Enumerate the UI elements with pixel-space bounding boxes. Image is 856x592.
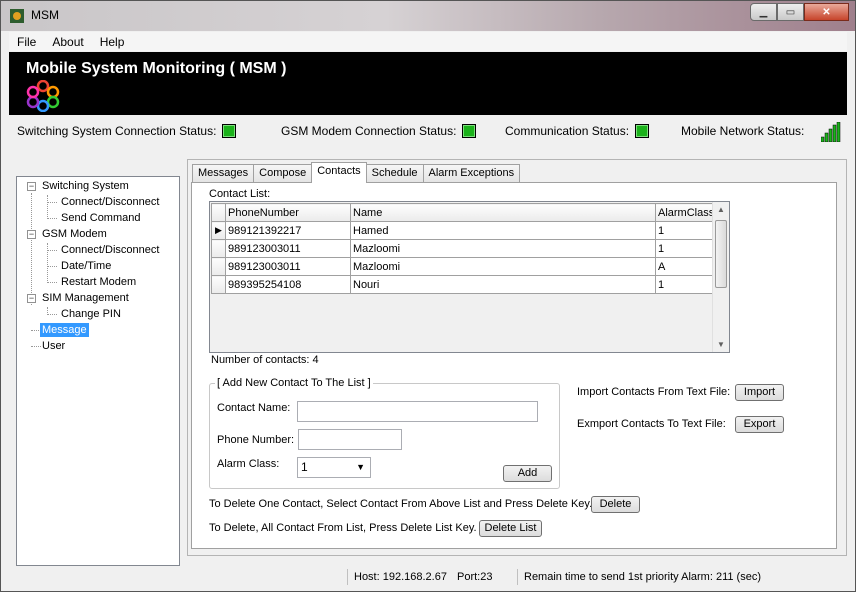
app-header: Mobile System Monitoring ( MSM ) — [9, 52, 847, 115]
tree-item-send-command[interactable]: Send Command — [59, 211, 143, 225]
collapse-switching-icon[interactable]: − — [27, 182, 36, 191]
tree-item-user[interactable]: User — [40, 339, 67, 353]
cell-name[interactable]: Hamed — [350, 221, 656, 240]
row-selector[interactable] — [211, 239, 226, 258]
cell-name[interactable]: Nouri — [350, 275, 656, 294]
window-title: MSM — [31, 8, 59, 22]
tree-item-gsm-connect[interactable]: Connect/Disconnect — [59, 243, 161, 257]
column-header-phone[interactable]: PhoneNumber — [225, 203, 351, 222]
collapse-gsm-icon[interactable]: − — [27, 230, 36, 239]
main-window: MSM ▁ ▭ ✕ File About Help Mobile System … — [0, 0, 856, 592]
tree-item-message[interactable]: Message — [40, 323, 89, 337]
connection-status-row: Switching System Connection Status: GSM … — [9, 118, 847, 146]
gsm-status-indicator — [462, 124, 477, 138]
tree-item-restart-modem[interactable]: Restart Modem — [59, 275, 138, 289]
status-bar: Host: 192.168.2.67 Port:23 Remain time t… — [9, 567, 847, 589]
add-contact-button[interactable]: Add — [503, 465, 552, 482]
contact-list-label: Contact List: — [209, 188, 271, 200]
import-label: Import Contacts From Text File: — [577, 386, 731, 398]
host-status: Host: 192.168.2.67 — [354, 571, 447, 583]
export-button[interactable]: Export — [735, 416, 784, 433]
row-selector[interactable] — [211, 257, 226, 276]
network-status-label: Mobile Network Status: — [681, 124, 805, 138]
tree-item-change-pin[interactable]: Change PIN — [59, 307, 123, 321]
signal-strength-icon — [821, 122, 841, 142]
export-label: Exmport Contacts To Text File: — [577, 418, 726, 430]
alarm-class-value: 1 — [301, 460, 308, 474]
minimize-button[interactable]: ▁ — [750, 3, 777, 21]
tab-messages[interactable]: Messages — [192, 164, 255, 183]
cell-name[interactable]: Mazloomi — [350, 257, 656, 276]
menu-file[interactable]: File — [9, 35, 44, 49]
menu-about[interactable]: About — [44, 35, 91, 49]
alarm-class-label: Alarm Class: — [217, 458, 280, 470]
cell-phone[interactable]: 989123003011 — [225, 239, 351, 258]
column-header-alarmclass[interactable]: AlarmClass — [654, 203, 718, 222]
title-bar: MSM ▁ ▭ ✕ — [1, 1, 855, 31]
grid-corner — [211, 203, 226, 222]
menu-help[interactable]: Help — [92, 35, 133, 49]
column-header-name[interactable]: Name — [350, 203, 656, 222]
tree-item-switching-system[interactable]: Switching System — [40, 179, 131, 193]
row-selector-icon[interactable]: ▶ — [211, 221, 226, 240]
cell-name[interactable]: Mazloomi — [350, 239, 656, 258]
cell-phone[interactable]: 989121392217 — [225, 221, 351, 240]
contacts-grid[interactable]: PhoneNumber Name AlarmClass ▶ 9891213922… — [209, 201, 730, 353]
delete-all-instruction: To Delete, All Contact From List, Press … — [209, 522, 477, 534]
switching-status-label: Switching System Connection Status: — [17, 124, 217, 138]
communication-status-indicator — [635, 124, 650, 138]
alarm-class-select[interactable]: 1 ▼ — [297, 457, 371, 478]
contact-count-label: Number of contacts: 4 — [211, 354, 319, 366]
add-contact-group-title: [ Add New Contact To The List ] — [215, 377, 373, 389]
row-selector[interactable] — [211, 275, 226, 294]
table-row[interactable]: 989395254108 Nouri 1 — [211, 275, 718, 294]
collapse-sim-icon[interactable]: − — [27, 294, 36, 303]
maximize-button[interactable]: ▭ — [777, 3, 804, 21]
phone-number-input[interactable] — [298, 429, 402, 450]
table-row[interactable]: 989123003011 Mazloomi 1 — [211, 239, 718, 258]
cell-alarmclass[interactable]: 1 — [654, 221, 718, 240]
delete-one-instruction: To Delete One Contact, Select Contact Fr… — [209, 498, 593, 510]
tab-contacts[interactable]: Contacts — [311, 162, 367, 183]
phone-number-label: Phone Number: — [217, 434, 295, 446]
contacts-table: PhoneNumber Name AlarmClass ▶ 9891213922… — [211, 203, 718, 294]
header-title: Mobile System Monitoring ( MSM ) — [26, 60, 287, 77]
gsm-status-label: GSM Modem Connection Status: — [281, 124, 457, 138]
tab-compose[interactable]: Compose — [253, 164, 313, 183]
tree-item-date-time[interactable]: Date/Time — [59, 259, 113, 273]
tab-schedule[interactable]: Schedule — [365, 164, 424, 183]
table-row[interactable]: 989123003011 Mazloomi A — [211, 257, 718, 276]
cell-phone[interactable]: 989123003011 — [225, 257, 351, 276]
msm-app-icon — [10, 9, 24, 23]
port-status: Port:23 — [457, 571, 493, 583]
contact-name-input[interactable] — [297, 401, 538, 422]
scroll-down-icon[interactable]: ▼ — [717, 340, 725, 349]
chevron-down-icon: ▼ — [356, 462, 365, 472]
tab-strip: Messages Compose Contacts Schedule Alarm… — [192, 162, 521, 183]
cell-alarmclass[interactable]: 1 — [654, 275, 718, 294]
contact-name-label: Contact Name: — [217, 402, 291, 414]
scroll-thumb[interactable] — [715, 220, 727, 288]
delete-list-button[interactable]: Delete List — [479, 520, 542, 537]
tree-item-switching-connect[interactable]: Connect/Disconnect — [59, 195, 161, 209]
msm-logo-icon — [26, 80, 60, 112]
table-row[interactable]: ▶ 989121392217 Hamed 1 — [211, 221, 718, 240]
close-button[interactable]: ✕ — [804, 3, 849, 21]
cell-phone[interactable]: 989395254108 — [225, 275, 351, 294]
switching-status-indicator — [222, 124, 237, 138]
tree-item-sim-management[interactable]: SIM Management — [40, 291, 131, 305]
tab-alarm-exceptions[interactable]: Alarm Exceptions — [422, 164, 521, 183]
tree-item-gsm-modem[interactable]: GSM Modem — [40, 227, 109, 241]
grid-vertical-scrollbar[interactable]: ▲ ▼ — [712, 202, 729, 352]
import-button[interactable]: Import — [735, 384, 784, 401]
scroll-up-icon[interactable]: ▲ — [717, 205, 725, 214]
alarm-timer-status: Remain time to send 1st priority Alarm: … — [524, 571, 761, 583]
navigation-tree[interactable]: − Switching System Connect/Disconnect Se… — [16, 176, 180, 566]
communication-status-label: Communication Status: — [505, 124, 630, 138]
menu-bar: File About Help — [9, 32, 847, 51]
cell-alarmclass[interactable]: 1 — [654, 239, 718, 258]
delete-button[interactable]: Delete — [591, 496, 640, 513]
cell-alarmclass[interactable]: A — [654, 257, 718, 276]
